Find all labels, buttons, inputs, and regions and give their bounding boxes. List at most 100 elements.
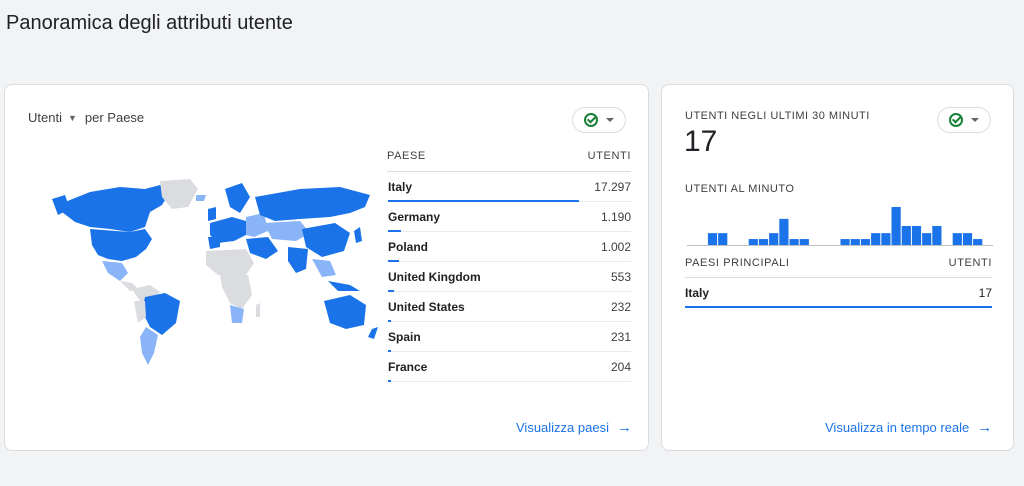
users-by-country-card: Utenti ▼ per Paese PAESE UTENTI Italy 17… — [4, 84, 649, 451]
minute-bar[interactable] — [799, 239, 809, 245]
users-count: 17 — [978, 285, 992, 300]
minute-bar[interactable] — [769, 233, 779, 246]
minute-bar[interactable] — [779, 218, 789, 246]
column-header-users[interactable]: UTENTI — [588, 150, 631, 171]
map-uk — [208, 207, 216, 221]
minute-bar[interactable] — [840, 239, 850, 245]
realtime-users-value: 17 — [684, 125, 718, 158]
metric-label: Utenti — [28, 110, 62, 125]
top-countries-table: PAESI PRINCIPALI UTENTI Italy 17 — [685, 257, 992, 308]
minute-bar[interactable] — [911, 226, 922, 245]
map-japan — [354, 227, 362, 243]
map-south-america-west — [134, 301, 146, 323]
view-countries-link[interactable]: Visualizza paesi → — [516, 419, 632, 436]
users-count: 1.002 — [600, 239, 631, 254]
minute-bar[interactable] — [932, 226, 942, 245]
minute-bar[interactable] — [952, 233, 962, 246]
minute-bar[interactable] — [789, 239, 799, 245]
view-countries-label: Visualizza paesi — [516, 420, 609, 435]
table-header: PAESE UTENTI — [387, 150, 631, 172]
country-name: Germany — [388, 209, 441, 224]
minute-bar[interactable] — [860, 239, 871, 245]
map-usa — [90, 229, 152, 261]
minute-bar[interactable] — [850, 239, 860, 245]
minute-bar[interactable] — [922, 233, 932, 246]
map-central-africa — [220, 275, 252, 309]
map-iberia — [208, 237, 220, 249]
minute-bar[interactable] — [962, 233, 973, 246]
minute-bar[interactable] — [973, 239, 983, 245]
arrow-right-icon: → — [977, 419, 993, 436]
country-table: PAESE UTENTI Italy 17.297 Germany 1.190 Pola… — [387, 150, 631, 382]
table-row[interactable]: Germany 1.190 — [387, 202, 631, 232]
map-canada — [62, 185, 170, 232]
minute-bar[interactable] — [718, 233, 728, 246]
column-header-users[interactable]: UTENTI — [949, 257, 992, 277]
users-count: 232 — [610, 299, 631, 314]
map-india — [288, 247, 308, 273]
users-per-minute-chart — [687, 207, 993, 246]
map-mexico — [102, 261, 128, 281]
table-row[interactable]: Italy 17.297 — [387, 172, 631, 202]
dimension-label: per Paese — [84, 110, 145, 125]
data-quality-button[interactable] — [937, 107, 991, 133]
minute-bar[interactable] — [871, 233, 881, 246]
map-russia — [255, 187, 370, 221]
table-row[interactable]: United States 232 — [387, 292, 631, 322]
view-realtime-link[interactable]: Visualizza in tempo reale → — [825, 419, 992, 436]
caret-down-icon: ▼ — [67, 112, 77, 123]
minute-bar[interactable] — [901, 226, 911, 245]
world-map — [52, 179, 378, 365]
country-name: Italy — [388, 179, 413, 194]
users-bar — [685, 306, 992, 308]
map-greenland — [160, 179, 198, 209]
users-count: 17.297 — [594, 179, 631, 194]
page-title: Panoramica degli attributi utente — [6, 12, 293, 34]
map-iceland — [196, 195, 206, 201]
table-row[interactable]: United Kingdom 553 — [387, 262, 631, 292]
column-header-country[interactable]: PAESE — [387, 150, 426, 171]
users-count: 231 — [610, 329, 631, 344]
arrow-right-icon: → — [616, 419, 632, 436]
table-row[interactable]: France 204 — [387, 352, 631, 382]
map-australia — [324, 295, 366, 329]
map-indonesia — [328, 281, 360, 291]
users-count: 1.190 — [600, 209, 631, 224]
map-madagascar — [256, 303, 260, 317]
minute-bar[interactable] — [758, 239, 769, 245]
country-name: France — [388, 359, 428, 374]
realtime-users-card: UTENTI NEGLI ULTIMI 30 MINUTI 17 UTENTI … — [661, 84, 1014, 451]
minute-bar[interactable] — [881, 233, 891, 246]
view-realtime-label: Visualizza in tempo reale — [825, 420, 970, 435]
users-count: 204 — [610, 359, 631, 374]
users-per-minute-label: UTENTI AL MINUTO — [685, 183, 795, 195]
country-name: United Kingdom — [388, 269, 481, 284]
country-name: Italy — [685, 285, 710, 300]
table-row[interactable]: Spain 231 — [387, 322, 631, 352]
map-scandinavia — [225, 183, 250, 213]
map-new-zealand — [368, 327, 378, 339]
data-quality-button[interactable] — [572, 107, 626, 133]
minute-bar[interactable] — [707, 233, 718, 246]
country-name: Poland — [388, 239, 429, 254]
users-count: 553 — [610, 269, 631, 284]
country-name: United States — [388, 299, 465, 314]
map-middle-east — [246, 237, 278, 259]
map-argentina — [140, 327, 158, 365]
minute-bar[interactable] — [891, 207, 901, 245]
table-row[interactable]: Poland 1.002 — [387, 232, 631, 262]
chevron-down-icon — [971, 118, 979, 122]
metric-selector[interactable]: Utenti ▼ per Paese — [28, 110, 144, 125]
chevron-down-icon — [606, 118, 614, 122]
users-bar — [388, 380, 391, 382]
check-circle-icon — [949, 113, 963, 127]
map-china — [302, 223, 350, 257]
minute-bar[interactable] — [748, 239, 758, 245]
check-circle-icon — [584, 113, 598, 127]
map-north-africa — [206, 249, 254, 275]
table-header: PAESI PRINCIPALI UTENTI — [685, 257, 992, 278]
table-row[interactable]: Italy 17 — [685, 278, 992, 308]
column-header-top-countries[interactable]: PAESI PRINCIPALI — [685, 257, 790, 277]
map-southeast-asia — [312, 259, 336, 277]
country-name: Spain — [388, 329, 421, 344]
